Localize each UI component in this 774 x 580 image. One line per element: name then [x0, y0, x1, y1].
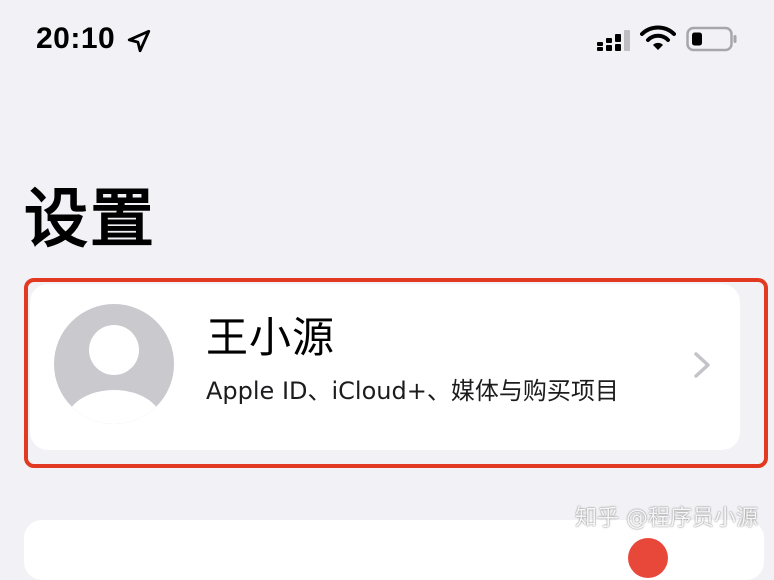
notification-badge: [628, 538, 668, 578]
status-time: 20:10: [36, 22, 116, 55]
signal-icon: [597, 30, 630, 51]
location-icon: [127, 29, 151, 53]
battery-icon: [686, 26, 737, 52]
profile-name: 王小源: [206, 313, 336, 362]
watermark: 知乎 @程序员小源: [575, 506, 758, 531]
apple-id-profile-row[interactable]: 王小源 Apple ID、iCloud+、媒体与购买项目: [30, 284, 740, 450]
profile-subtitle: Apple ID、iCloud+、媒体与购买项目: [206, 377, 619, 405]
person-avatar-icon: [54, 304, 174, 424]
chevron-right-icon: [694, 352, 710, 378]
wifi-icon: [640, 25, 676, 50]
status-bar: 20:10: [0, 0, 774, 80]
page-title: 设置: [24, 183, 156, 257]
